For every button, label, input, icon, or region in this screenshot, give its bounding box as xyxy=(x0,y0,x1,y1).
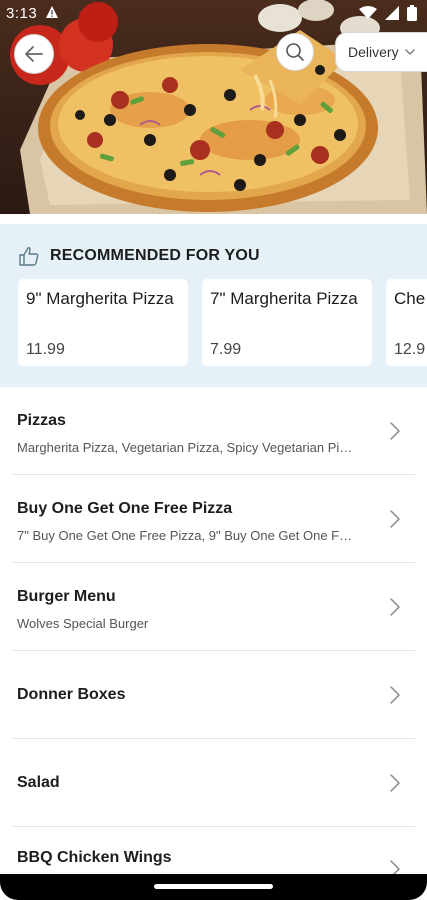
category-name: Burger Menu xyxy=(17,588,116,605)
category-subtitle: 7" Buy One Get One Free Pizza, 9" Buy On… xyxy=(17,528,353,543)
category-name: Pizzas xyxy=(17,412,66,429)
chevron-right-icon xyxy=(390,510,400,528)
recommended-item-name: Che xyxy=(394,289,426,308)
recommended-title: RECOMMENDED FOR YOU xyxy=(50,247,260,264)
chevron-right-icon xyxy=(390,598,400,616)
category-row-donner-boxes[interactable]: Donner Boxes xyxy=(12,651,415,739)
category-row-burger-menu[interactable]: Burger Menu Wolves Special Burger xyxy=(12,563,415,651)
status-time: 3:13 xyxy=(6,5,38,22)
status-icons xyxy=(359,5,417,21)
recommended-section: RECOMMENDED FOR YOU 9" Margherita Pizza … xyxy=(0,224,427,387)
delivery-mode-dropdown[interactable]: Delivery xyxy=(335,32,427,72)
recommended-card[interactable]: 9" Margherita Pizza 11.99 xyxy=(18,279,188,366)
category-name: BBQ Chicken Wings xyxy=(17,849,172,866)
chevron-down-icon xyxy=(404,48,415,55)
category-row-salad[interactable]: Salad xyxy=(12,739,415,827)
system-nav-bar xyxy=(0,874,427,900)
alert-icon xyxy=(46,6,58,18)
back-button[interactable] xyxy=(14,34,54,74)
recommended-card[interactable]: Che 12.9 xyxy=(386,279,427,366)
battery-icon xyxy=(407,5,417,21)
arrow-left-icon xyxy=(25,46,43,62)
category-row-pizzas[interactable]: Pizzas Margherita Pizza, Vegetarian Pizz… xyxy=(12,387,415,475)
category-name: Donner Boxes xyxy=(17,686,126,703)
chevron-right-icon xyxy=(390,774,400,792)
status-bar: 3:13 xyxy=(0,0,427,28)
recommended-item-name: 7" Margherita Pizza xyxy=(210,289,358,308)
chevron-right-icon xyxy=(390,422,400,440)
home-gesture-handle[interactable] xyxy=(154,884,273,889)
wifi-icon xyxy=(359,6,377,19)
thumbs-up-icon xyxy=(19,247,39,266)
search-button[interactable] xyxy=(276,33,314,71)
recommended-card[interactable]: 7" Margherita Pizza 7.99 xyxy=(202,279,372,366)
recommended-item-price: 12.9 xyxy=(394,341,426,358)
chevron-right-icon xyxy=(390,686,400,704)
category-list: Pizzas Margherita Pizza, Vegetarian Pizz… xyxy=(0,387,427,900)
category-subtitle: Margherita Pizza, Vegetarian Pizza, Spic… xyxy=(17,440,353,455)
delivery-mode-label: Delivery xyxy=(348,44,399,60)
recommended-item-price: 7.99 xyxy=(210,341,242,358)
category-name: Buy One Get One Free Pizza xyxy=(17,500,233,517)
category-name: Salad xyxy=(17,774,60,791)
recommended-item-price: 11.99 xyxy=(26,341,65,358)
category-subtitle: Wolves Special Burger xyxy=(17,616,149,631)
recommended-header: RECOMMENDED FOR YOU xyxy=(18,246,260,266)
signal-icon xyxy=(385,6,399,20)
search-icon xyxy=(286,43,304,61)
recommended-item-name: 9" Margherita Pizza xyxy=(26,289,174,308)
category-row-bogof[interactable]: Buy One Get One Free Pizza 7" Buy One Ge… xyxy=(12,475,415,563)
